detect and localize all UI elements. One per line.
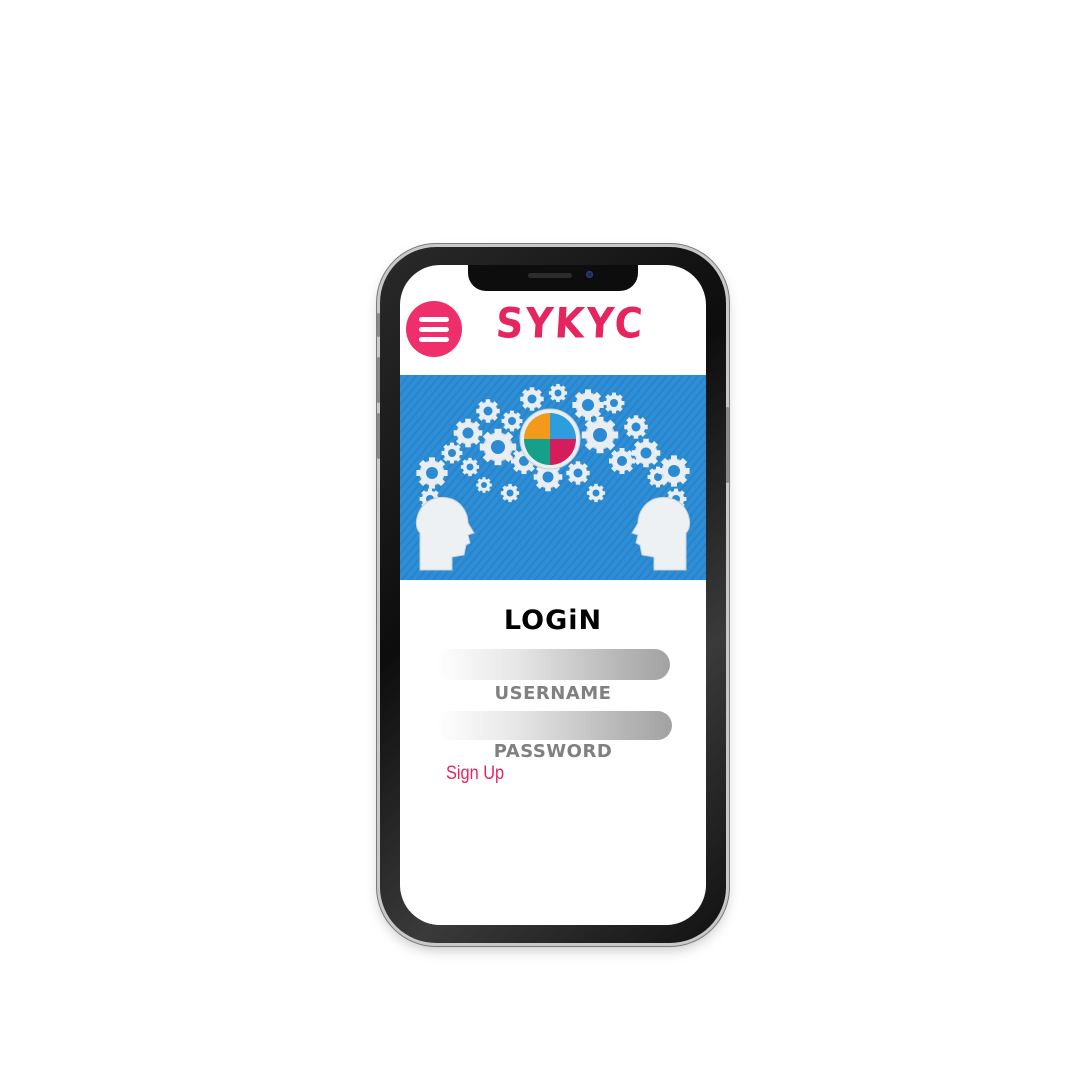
power-button xyxy=(726,407,729,483)
puzzle-icon xyxy=(519,408,581,470)
hamburger-icon-line xyxy=(419,326,449,332)
speaker-grille xyxy=(528,273,572,278)
hamburger-icon-line xyxy=(419,316,449,322)
phone-frame: SYKYC LOGiN USERNAME PASSWORD Sign Up xyxy=(377,247,729,943)
silent-switch xyxy=(377,313,380,337)
login-title: LOGiN xyxy=(503,605,603,636)
brand-logo: SYKYC xyxy=(494,298,646,348)
menu-button[interactable] xyxy=(406,301,462,357)
sign-up-link[interactable]: Sign Up xyxy=(446,763,504,785)
username-input[interactable] xyxy=(436,649,670,680)
password-label: PASSWORD xyxy=(493,741,613,762)
hero-illustration xyxy=(400,375,706,580)
hero-image xyxy=(400,375,706,580)
phone-screen: SYKYC LOGiN USERNAME PASSWORD Sign Up xyxy=(400,265,706,925)
notch xyxy=(468,265,638,291)
password-input[interactable] xyxy=(436,711,672,740)
volume-down-button xyxy=(377,413,380,459)
front-camera xyxy=(586,271,593,278)
username-label: USERNAME xyxy=(494,683,612,704)
volume-up-button xyxy=(377,357,380,403)
hamburger-icon-line xyxy=(419,336,449,342)
